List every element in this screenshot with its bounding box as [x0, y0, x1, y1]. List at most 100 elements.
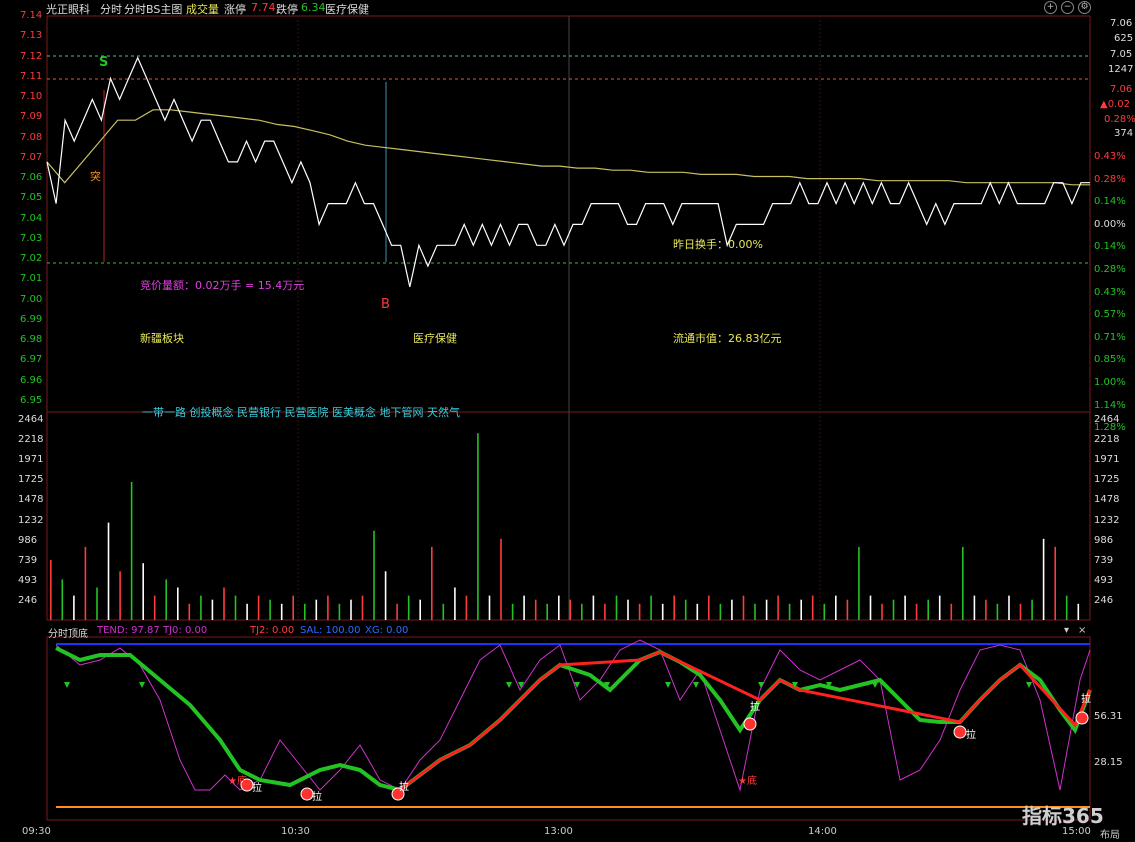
float-cap-text: 流通市值：26.83亿元 [673, 332, 782, 345]
volume-bar [650, 595, 652, 620]
volume-bar [73, 595, 75, 620]
price-tick-3: 7.11 [20, 70, 43, 82]
la-mark-3: 拉 [399, 782, 409, 793]
volume-bar [373, 530, 375, 620]
pct-tick-0: 0.43% [1094, 151, 1126, 162]
indicator-sal: SAL: 100.00 [300, 625, 361, 636]
signal-circle-4 [743, 717, 757, 731]
volume-bar [338, 603, 341, 620]
volume-bar [96, 587, 98, 620]
time-tick-2: 13:00 [544, 826, 573, 837]
volume-bar [211, 599, 214, 620]
price-tick-14: 7.00 [20, 293, 43, 305]
pct-tick-8: 0.71% [1094, 331, 1126, 343]
price-tick-5: 7.09 [20, 111, 43, 123]
la-mark-6: 拉 [1081, 694, 1091, 705]
volume-bar [350, 599, 352, 620]
chart-canvas[interactable] [0, 0, 1135, 842]
price-tick-4: 7.10 [20, 91, 43, 102]
limit-up-label: 涨停 [224, 3, 246, 16]
volume-bar [777, 595, 779, 620]
volume-bar [304, 603, 306, 620]
vol-tick-l-7: 739 [18, 554, 38, 566]
la-mark-5: 拉 [966, 730, 976, 741]
volume-bar [534, 599, 537, 620]
price-tick-12: 7.02 [20, 253, 43, 264]
volume-bar [996, 603, 999, 620]
vol-tick-r-8: 493 [1094, 574, 1114, 586]
minus-icon[interactable]: − [1061, 1, 1074, 14]
add-icon[interactable]: + [1044, 1, 1057, 14]
pct-tick-5: 0.28% [1094, 264, 1126, 275]
volume-bar [581, 603, 583, 620]
volume-bar [200, 595, 202, 620]
volume-bar [315, 599, 318, 620]
volume-bar [558, 595, 560, 620]
tab-fenshi-bs[interactable]: 分时BS主图 [124, 1, 182, 17]
volume-bar [223, 587, 225, 620]
di-mark-1: ★底 [228, 776, 247, 787]
volume-bar [130, 482, 133, 620]
pct-tick-3: 0.00% [1094, 218, 1126, 230]
indicator-tend: TEND: 97.87 [97, 625, 160, 636]
rp-v3: 7.05 [1110, 49, 1133, 60]
price-tick-2: 7.12 [20, 50, 43, 62]
indicator-dropdown-icon[interactable]: ▾ [1064, 625, 1069, 636]
volume-bar [904, 595, 906, 620]
volume-bar [327, 595, 329, 620]
volume-bar [661, 603, 664, 620]
tab-fenshi[interactable]: 分时 [100, 1, 122, 17]
volume-bar [962, 546, 964, 620]
sector-label[interactable]: 医疗保健 [325, 1, 369, 17]
price-tick-16: 6.98 [20, 334, 43, 345]
volume-bar [523, 595, 525, 620]
price-tick-17: 6.97 [20, 354, 43, 366]
volume-bar [257, 595, 260, 620]
indicator-tj2: TJ2: 0.00 [250, 625, 295, 636]
volume-bar [973, 595, 976, 620]
price-tick-11: 7.03 [20, 232, 43, 244]
indicator-close-icon[interactable]: × [1078, 625, 1086, 636]
settings-icon[interactable]: ⚙ [1078, 1, 1091, 14]
stock-name[interactable]: 光正眼科 [46, 1, 90, 17]
rp-v6: ▲0.02 [1100, 99, 1130, 110]
la-mark-4: 拉 [750, 702, 760, 713]
volume-bar [188, 603, 191, 620]
vol-tick-r-7: 739 [1094, 554, 1114, 566]
limit-up-value: 7.74 [251, 1, 276, 14]
volume-bar [892, 599, 895, 620]
volume-bar [684, 599, 687, 620]
volume-bar [615, 595, 618, 620]
volume-bar [627, 599, 629, 620]
la-mark-2: 拉 [312, 792, 322, 803]
vol-tick-l-5: 1232 [18, 514, 44, 526]
volume-bar [938, 595, 941, 620]
indicator-name[interactable]: 分时顶底 [48, 625, 88, 640]
volume-bar [269, 599, 271, 620]
volume-bar [1008, 595, 1010, 620]
di-mark-2: ★底 [738, 776, 757, 787]
volume-bar [546, 603, 548, 620]
volume-bar [419, 599, 421, 620]
indicator-tend-band [55, 646, 1092, 793]
volume-bar [477, 433, 479, 620]
mark-tu: 突 [90, 170, 101, 183]
rp-v8: 374 [1114, 128, 1134, 139]
price-tick-10: 7.04 [20, 212, 43, 224]
volume-bar [1042, 538, 1045, 620]
volume-bar [927, 599, 929, 620]
volume-bar [407, 595, 410, 620]
volume-bar [1031, 599, 1033, 620]
vol-tick-r-3: 1725 [1094, 474, 1120, 486]
volume-label: 成交量 [186, 3, 219, 16]
pct-tick-11: 1.14% [1094, 399, 1126, 411]
watermark-logo: 指标365 [1022, 804, 1104, 828]
volume-bar [731, 599, 733, 620]
volume-bar [985, 599, 987, 620]
rp-v5: 7.06 [1110, 84, 1133, 95]
limit-down-value: 6.34 [301, 1, 326, 14]
time-tick-1: 10:30 [281, 826, 310, 837]
signal-circle-5 [953, 725, 967, 739]
volume-bar [165, 579, 167, 620]
price-tick-13: 7.01 [20, 273, 43, 285]
